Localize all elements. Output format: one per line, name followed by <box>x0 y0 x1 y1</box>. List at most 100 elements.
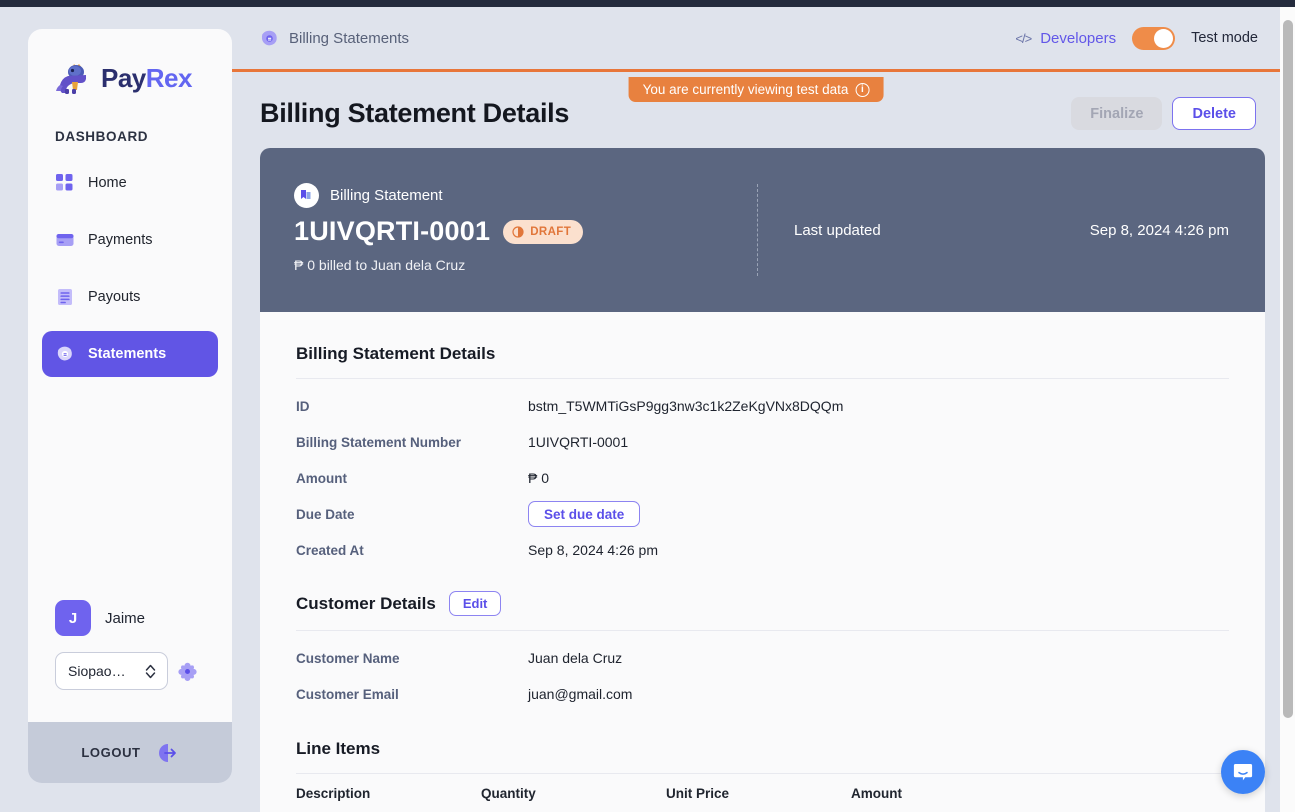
statement-icon <box>56 345 74 363</box>
page-scrollbar-thumb[interactable] <box>1283 20 1293 718</box>
column-header-quantity: Quantity <box>481 786 666 801</box>
edit-customer-button[interactable]: Edit <box>449 591 502 616</box>
app-root: PayRex DASHBOARD Home <box>0 0 1295 812</box>
finalize-button[interactable]: Finalize <box>1071 97 1162 130</box>
billing-details-section: Billing Statement Details ID bstm_T5WMTi… <box>260 312 1265 563</box>
detail-value: juan@gmail.com <box>528 686 632 702</box>
column-header-amount: Amount <box>851 786 1229 801</box>
last-updated-label: Last updated <box>794 222 881 239</box>
detail-row-id: ID bstm_T5WMTiGsP9gg3nw3c1k2ZeKgVNx8DQQm <box>296 393 1229 419</box>
customer-details-title: Customer Details <box>296 594 436 614</box>
divider <box>296 378 1229 379</box>
detail-row-amount: Amount ₱ 0 <box>296 465 1229 491</box>
customer-row-name: Customer Name Juan dela Cruz <box>296 645 1229 671</box>
grid-icon <box>56 174 74 192</box>
customer-row-email: Customer Email juan@gmail.com <box>296 681 1229 707</box>
sidebar-section-title: DASHBOARD <box>55 129 232 144</box>
detail-key: ID <box>296 399 528 414</box>
test-mode-toggle[interactable] <box>1132 27 1175 50</box>
statement-icon <box>260 29 279 48</box>
detail-key: Amount <box>296 471 528 486</box>
last-updated-value: Sep 8, 2024 4:26 pm <box>1090 222 1229 239</box>
breadcrumb-label: Billing Statements <box>289 30 409 47</box>
toggle-knob <box>1154 29 1173 48</box>
detail-value: bstm_T5WMTiGsP9gg3nw3c1k2ZeKgVNx8DQQm <box>528 398 843 414</box>
code-brackets-icon: </> <box>1015 31 1031 46</box>
hero-subtitle: ₱ 0 billed to Juan dela Cruz <box>294 257 757 273</box>
chat-support-button[interactable] <box>1221 750 1265 794</box>
user-name: Jaime <box>105 610 145 627</box>
billing-statement-glyph-icon <box>299 188 314 203</box>
sidebar-account-row: Siopao… <box>28 652 232 690</box>
sidebar-item-home[interactable]: Home <box>42 160 218 206</box>
statement-hero: Billing Statement 1UIVQRTI-0001 DRAFT <box>260 148 1265 312</box>
info-icon[interactable]: i <box>855 83 869 97</box>
chevron-updown-icon <box>144 663 157 680</box>
breadcrumb[interactable]: Billing Statements <box>260 29 409 48</box>
hero-right: Last updated Sep 8, 2024 4:26 pm <box>758 148 1265 312</box>
page-actions: Finalize Delete <box>1071 97 1256 130</box>
detail-row-due-date: Due Date Set due date <box>296 501 1229 527</box>
payrex-dino-logo-icon <box>55 58 95 98</box>
sidebar-item-payments[interactable]: Payments <box>42 217 218 263</box>
sidebar-item-home-label: Home <box>88 175 127 191</box>
test-mode-rule <box>232 69 1280 72</box>
page-scrollbar-track[interactable] <box>1280 7 1295 812</box>
brand-pay: Pay <box>101 63 146 93</box>
account-select-value: Siopao… <box>68 663 126 679</box>
line-items-title: Line Items <box>296 707 1229 759</box>
chat-bubble-icon <box>1232 761 1254 783</box>
hero-left: Billing Statement 1UIVQRTI-0001 DRAFT <box>260 148 757 312</box>
customer-details-section: Customer Details Edit Customer Name Juan… <box>260 563 1265 707</box>
detail-key: Customer Name <box>296 651 528 666</box>
status-badge-label: DRAFT <box>530 226 571 238</box>
main-content: Billing Statements </> Developers Test m… <box>232 7 1280 812</box>
sidebar-item-payouts[interactable]: Payouts <box>42 274 218 320</box>
logout-button[interactable]: LOGOUT <box>28 722 232 783</box>
detail-row-statement-number: Billing Statement Number 1UIVQRTI-0001 <box>296 429 1229 455</box>
test-data-banner: You are currently viewing test data i <box>629 77 884 102</box>
logout-arrow-icon <box>157 742 179 764</box>
sidebar-item-payouts-label: Payouts <box>88 289 140 305</box>
pie-chart-icon <box>512 226 524 238</box>
delete-button[interactable]: Delete <box>1172 97 1256 130</box>
window-top-strip <box>0 0 1295 7</box>
divider <box>296 630 1229 631</box>
detail-value: Sep 8, 2024 4:26 pm <box>528 542 658 558</box>
test-data-banner-text: You are currently viewing test data <box>643 82 849 97</box>
logout-label: LOGOUT <box>81 745 140 760</box>
gear-icon[interactable] <box>178 662 197 681</box>
sidebar: PayRex DASHBOARD Home <box>28 29 232 783</box>
sidebar-item-statements[interactable]: Statements <box>42 331 218 377</box>
hero-kicker: Billing Statement <box>294 183 757 208</box>
brand-wordmark: PayRex <box>101 65 192 91</box>
detail-value: 1UIVQRTI-0001 <box>528 434 628 450</box>
sidebar-user[interactable]: J Jaime <box>28 600 232 636</box>
detail-key: Customer Email <box>296 687 528 702</box>
page-title: Billing Statement Details <box>260 98 569 129</box>
line-items-section: Line Items Description Quantity Unit Pri… <box>260 707 1265 812</box>
status-badge: DRAFT <box>503 220 583 244</box>
customer-details-header: Customer Details Edit <box>296 563 1229 616</box>
set-due-date-button[interactable]: Set due date <box>528 501 640 527</box>
brand-logo[interactable]: PayRex <box>28 29 232 98</box>
details-card: Billing Statement 1UIVQRTI-0001 DRAFT <box>260 148 1265 812</box>
credit-card-icon <box>56 231 74 249</box>
sidebar-item-statements-label: Statements <box>88 346 166 362</box>
test-mode-label: Test mode <box>1191 30 1258 46</box>
sidebar-spacer <box>28 388 232 600</box>
document-lines-icon <box>56 288 74 306</box>
detail-value: ₱ 0 <box>528 470 549 486</box>
column-header-unit-price: Unit Price <box>666 786 851 801</box>
line-items-table-header: Description Quantity Unit Price Amount <box>296 774 1229 801</box>
hero-kicker-label: Billing Statement <box>330 187 443 204</box>
sidebar-body: PayRex DASHBOARD Home <box>28 29 232 722</box>
billing-statement-icon <box>294 183 319 208</box>
developers-link[interactable]: </> Developers <box>1015 30 1116 47</box>
hero-number-row: 1UIVQRTI-0001 DRAFT <box>294 216 757 247</box>
sidebar-item-payments-label: Payments <box>88 232 152 248</box>
detail-key: Due Date <box>296 507 528 522</box>
billing-details-title: Billing Statement Details <box>296 312 1229 364</box>
detail-value: Juan dela Cruz <box>528 650 622 666</box>
account-select[interactable]: Siopao… <box>55 652 168 690</box>
